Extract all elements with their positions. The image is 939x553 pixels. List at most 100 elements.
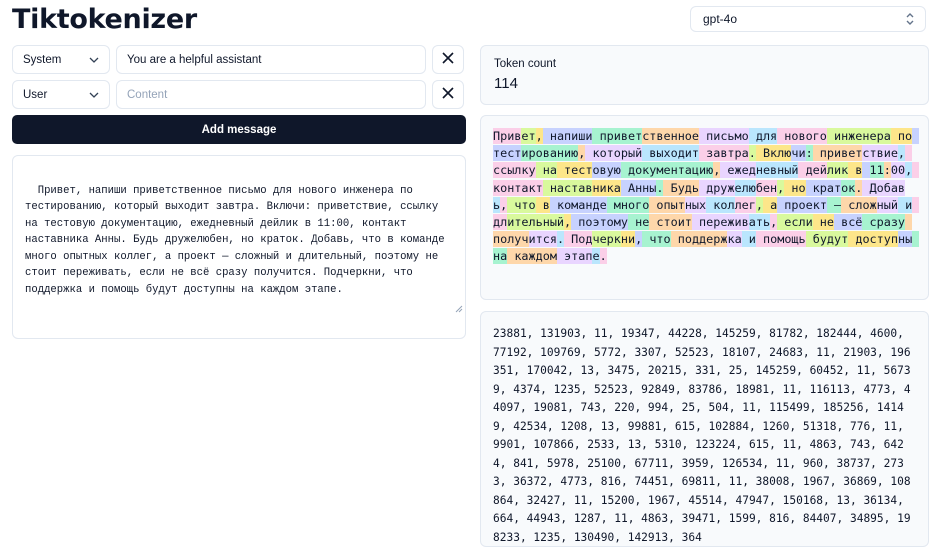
token-chip — [862, 162, 870, 179]
token-chip: ать — [748, 214, 771, 231]
token-chip: ет — [521, 128, 536, 144]
token-chip: елю — [734, 179, 756, 196]
token-chip: ника — [592, 179, 621, 196]
token-chip: пережив — [691, 214, 749, 231]
token-chip: дей — [798, 162, 827, 179]
token-chip: : — [805, 145, 813, 162]
token-count-value: 114 — [494, 75, 518, 92]
token-chip: чи — [791, 145, 806, 162]
token-count-panel: Token count 114 — [480, 45, 929, 105]
chevron-down-icon — [89, 54, 99, 66]
token-chip: выходит — [642, 145, 700, 162]
token-chip: . — [556, 231, 565, 248]
prompt-text: Привет, напиши приветственное письмо для… — [25, 184, 451, 296]
token-chip: опыт — [649, 196, 685, 213]
token-chip: 11 — [869, 162, 884, 179]
prompt-textarea[interactable]: Привет, напиши приветственное письмо для… — [12, 155, 466, 339]
token-chip: не — [627, 214, 650, 231]
token-chip: ежед — [720, 162, 756, 179]
token-chip: в — [848, 162, 863, 179]
remove-message-button-system[interactable] — [432, 45, 464, 74]
token-chip: и — [897, 196, 913, 213]
token-chip: — — [826, 196, 842, 213]
resize-handle-icon[interactable] — [430, 287, 463, 337]
token-chip: : — [883, 162, 891, 179]
token-chip: команде — [549, 196, 607, 213]
remove-message-button-user[interactable] — [432, 80, 464, 109]
chevron-up-down-icon — [903, 11, 917, 30]
message-row-system: System — [12, 45, 466, 74]
token-chip: овую — [592, 162, 621, 179]
token-chip: ированию — [521, 145, 579, 162]
token-chip: лег — [734, 196, 756, 213]
role-select-user[interactable]: User — [12, 80, 110, 109]
token-chip: будут — [805, 231, 849, 248]
token-chip: и — [741, 231, 756, 248]
model-select-value: gpt-4o — [703, 12, 738, 26]
role-select-label: System — [23, 53, 62, 66]
messages-panel: System User Add message — [12, 45, 466, 144]
message-content-input-system[interactable] — [116, 45, 426, 74]
token-chip: невный — [755, 162, 799, 179]
token-chip: по — [890, 128, 913, 144]
role-select-system[interactable]: System — [12, 45, 110, 74]
app-title: Tiktokenizer — [12, 4, 197, 35]
token-chip: доступ — [848, 231, 898, 248]
token-chip: Добав — [862, 179, 906, 196]
token-chip: лик — [826, 162, 849, 179]
token-chip: письмо — [699, 128, 749, 144]
role-select-label: User — [23, 88, 48, 101]
close-icon — [442, 51, 454, 69]
tokens-panel: Привет, напиши приветственное письмо для… — [480, 115, 929, 300]
token-chip: сразу — [862, 214, 906, 231]
token-chip: кол — [706, 196, 735, 213]
add-message-button[interactable]: Add message — [12, 115, 466, 144]
token-chip: привет — [812, 145, 863, 162]
message-content-input-user[interactable] — [116, 80, 426, 109]
token-chip: помощь — [755, 231, 806, 248]
token-chip: слож — [841, 196, 877, 213]
token-chip: поддерж — [670, 231, 728, 248]
token-chip: проект — [777, 196, 827, 213]
token-chip: ный — [876, 196, 898, 213]
token-chip: документацию — [620, 162, 714, 179]
token-chip: Прив — [493, 128, 522, 144]
token-chip: Анны — [620, 179, 657, 196]
token-chip: инженера — [826, 128, 891, 144]
token-chip: привет — [592, 128, 643, 144]
token-chip: который — [585, 145, 643, 162]
token-chip: каждом — [507, 248, 557, 265]
token-chip: ительный — [507, 214, 565, 231]
token-chip: . — [748, 145, 756, 162]
token-chip: если — [777, 214, 813, 231]
token-chip: на — [535, 162, 557, 179]
token-chip: ных — [684, 196, 707, 213]
token-chip: крат — [805, 179, 842, 196]
token-chip: что — [642, 231, 671, 248]
token-chip: поэтому — [571, 214, 628, 231]
token-chip: напиши — [542, 128, 593, 144]
token-chip: , — [755, 196, 763, 213]
token-chip: , — [897, 145, 906, 162]
token-chip: ится — [528, 231, 557, 248]
token-chip: всё — [834, 214, 863, 231]
message-row-user: User — [12, 80, 466, 109]
close-icon — [442, 86, 454, 104]
token-chip: настав — [542, 179, 593, 196]
token-chip: но — [784, 179, 806, 196]
token-chip: что — [507, 196, 536, 213]
token-count-label: Token count — [494, 58, 557, 70]
token-chip: . — [599, 248, 607, 265]
model-select[interactable]: gpt-4o — [690, 6, 926, 32]
token-chip: ственное — [642, 128, 700, 144]
token-visualization: Привет, напиши приветственное письмо для… — [493, 128, 920, 266]
token-chip: , — [535, 128, 543, 144]
token-chip: Будь — [663, 179, 699, 196]
token-chip: много — [606, 196, 650, 213]
token-chip: Вклю — [755, 145, 792, 162]
token-ids: 23881, 131903, 11, 19347, 44228, 145259,… — [493, 327, 911, 544]
token-chip: 00 — [890, 162, 906, 179]
token-chip: друж — [699, 179, 735, 196]
token-chip: завтра — [699, 145, 749, 162]
token-chip: черк — [592, 231, 621, 248]
